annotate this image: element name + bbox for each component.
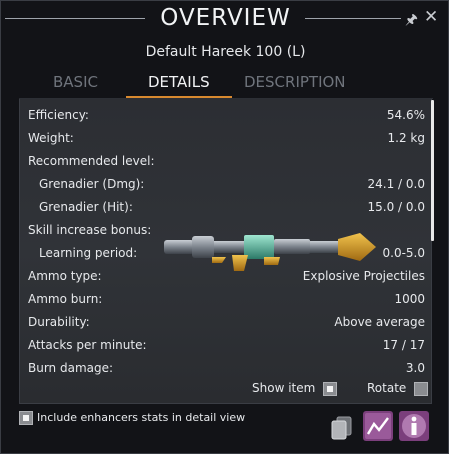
stat-row-burn-damage: Burn damage: 3.0: [28, 361, 425, 379]
stat-label: Recommended level:: [28, 154, 155, 168]
stat-row-grenadier-dmg: Grenadier (Dmg): 24.1 / 0.0: [28, 177, 425, 195]
stat-label: Weight:: [28, 131, 74, 145]
stat-row-grenadier-hit: Grenadier (Hit): 15.0 / 0.0: [28, 200, 425, 218]
tab-description[interactable]: DESCRIPTION: [244, 73, 346, 91]
stat-label: Burn damage:: [28, 361, 114, 375]
stat-row-ammo-type: Ammo type: Explosive Projectiles: [28, 269, 425, 287]
rotate-label: Rotate: [367, 381, 407, 395]
item-name: Default Hareek 100 (L): [145, 44, 306, 60]
stat-label: Skill increase bonus:: [28, 223, 152, 237]
info-button[interactable]: [399, 411, 429, 441]
show-item-label: Show item: [252, 381, 316, 395]
stat-row-attacks-per-minute: Attacks per minute: 17 / 17: [28, 338, 425, 356]
stat-label: Attacks per minute:: [28, 338, 147, 352]
stat-value: 0.0-5.0: [382, 246, 426, 260]
stat-label: Ammo burn:: [28, 292, 103, 306]
stat-row-efficiency: Efficiency: 54.6%: [28, 108, 425, 126]
checkbox-check-mark: [327, 386, 333, 392]
info-icon: [399, 411, 429, 441]
stat-label: Learning period:: [39, 246, 138, 260]
stack-icon: [331, 416, 352, 440]
tab-details[interactable]: DETAILS: [148, 73, 210, 91]
window-title: OVERVIEW: [160, 5, 291, 31]
stat-value: 54.6%: [386, 108, 425, 122]
stat-value: 15.0 / 0.0: [367, 200, 425, 214]
stat-value: Explosive Projectiles: [302, 269, 425, 283]
stat-label: Grenadier (Dmg):: [39, 177, 145, 191]
scrollbar[interactable]: [431, 100, 434, 241]
stat-label: Efficiency:: [28, 108, 89, 122]
close-icon[interactable]: ✕: [424, 7, 438, 27]
include-enhancers-checkbox[interactable]: [19, 411, 33, 425]
tab-basic[interactable]: BASIC: [53, 73, 98, 91]
stat-value: 17 / 17: [382, 338, 425, 352]
pin-icon[interactable]: 🖈: [405, 9, 418, 33]
compare-button[interactable]: [327, 411, 357, 441]
stat-value: Above average: [334, 315, 425, 329]
include-enhancers-label: Include enhancers stats in detail view: [37, 411, 246, 424]
stat-row-learning-period: Learning period: 0.0-5.0: [28, 246, 425, 264]
stat-value: 24.1 / 0.0: [367, 177, 425, 191]
checkbox-check-mark: [23, 415, 29, 421]
stat-label: Ammo type:: [28, 269, 102, 283]
stat-row-durability: Durability: Above average: [28, 315, 425, 333]
show-item-checkbox[interactable]: [323, 382, 337, 396]
stat-row-weight: Weight: 1.2 kg: [28, 131, 425, 149]
graph-icon: [363, 411, 393, 441]
graph-button[interactable]: [363, 411, 393, 441]
stat-value: 1000: [394, 292, 425, 306]
stat-label: Grenadier (Hit):: [39, 200, 133, 214]
stat-row-ammo-burn: Ammo burn: 1000: [28, 292, 425, 310]
overview-window: OVERVIEW 🖈 ✕ Default Hareek 100 (L) BASI…: [0, 0, 449, 454]
stat-label: Durability:: [28, 315, 90, 329]
stat-value: 3.0: [405, 361, 425, 375]
stat-value: 1.2 kg: [387, 131, 425, 145]
stat-row-skill-increase-bonus: Skill increase bonus:: [28, 223, 425, 241]
details-panel[interactable]: Efficiency: 54.6% Weight: 1.2 kg Recomme…: [19, 99, 432, 404]
stat-row-recommended-level: Recommended level:: [28, 154, 425, 172]
rotate-checkbox[interactable]: [414, 382, 428, 396]
